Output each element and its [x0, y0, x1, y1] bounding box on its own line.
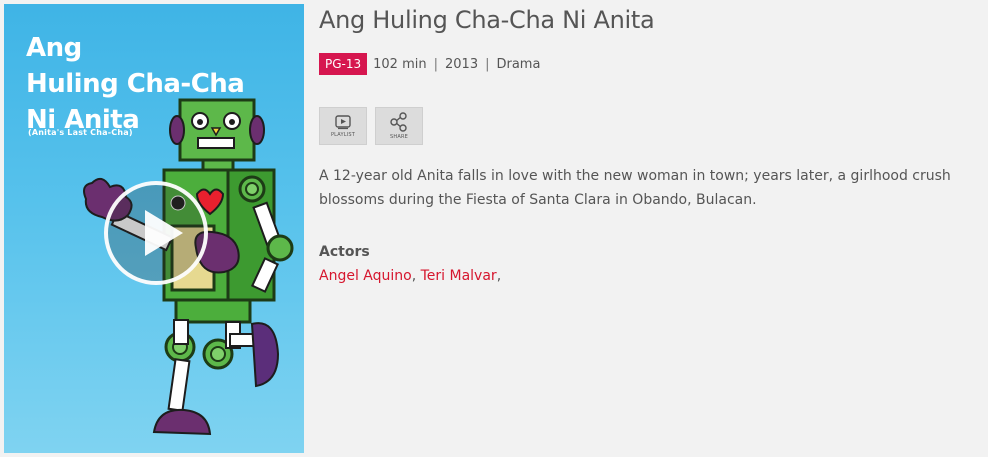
poster-subtitle: (Anita's Last Cha-Cha) [28, 128, 133, 137]
poster-title-line: Ang [26, 33, 82, 63]
movie-poster[interactable]: Ang Huling Cha-Cha Ni Anita (Anita's Las… [4, 4, 304, 453]
play-button[interactable] [104, 181, 208, 285]
actors-heading: Actors [319, 244, 370, 260]
playlist-label: PLAYLIST [330, 132, 356, 138]
rating-badge: PG-13 [319, 53, 368, 75]
share-button[interactable]: SHARE [375, 107, 423, 145]
share-label: SHARE [390, 134, 408, 140]
meta-separator: | [433, 56, 438, 72]
duration: 102 min [373, 56, 427, 72]
playlist-icon [335, 115, 351, 130]
actor-separator: , [496, 268, 502, 284]
year: 2013 [445, 56, 479, 72]
movie-description: A 12-year old Anita falls in love with t… [319, 168, 951, 208]
poster-title: Ang Huling Cha-Cha Ni Anita [26, 30, 245, 138]
actor-link[interactable]: Angel Aquino [319, 268, 412, 284]
playlist-button[interactable]: PLAYLIST [319, 107, 367, 145]
actors-list: Angel Aquino, Teri Malvar, [319, 268, 501, 284]
poster-title-line: Huling Cha-Cha [26, 69, 245, 99]
actor-link[interactable]: Teri Malvar [421, 268, 497, 284]
genre: Drama [496, 56, 541, 72]
action-buttons: PLAYLIST SHARE [319, 107, 423, 145]
share-icon [390, 112, 407, 132]
play-icon [145, 210, 183, 256]
meta-separator: | [485, 56, 490, 72]
movie-title: Ang Huling Cha-Cha Ni Anita [319, 6, 655, 34]
actor-separator: , [411, 268, 417, 284]
movie-meta: PG-13 102 min | 2013 | Drama [319, 53, 540, 75]
